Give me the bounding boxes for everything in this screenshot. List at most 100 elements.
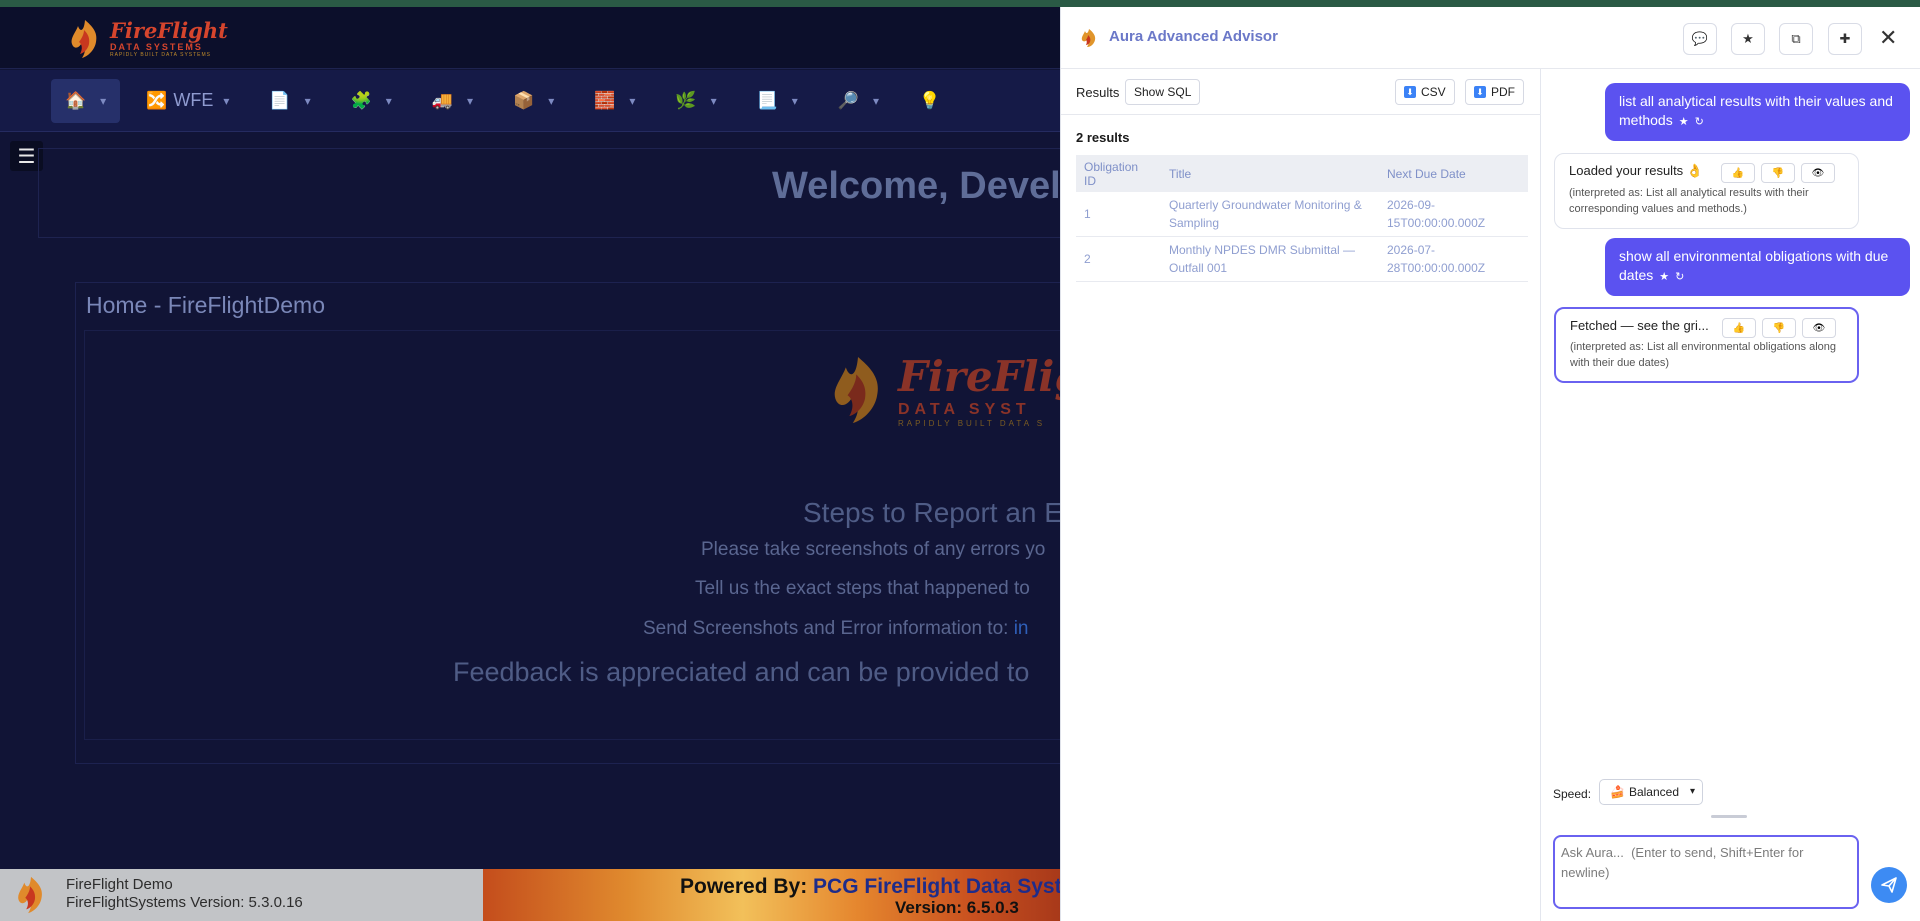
steps-line-1: Please take screenshots of any errors yo <box>701 539 1046 560</box>
user-message: list all analytical results with their v… <box>1605 83 1910 141</box>
chat-history-button[interactable]: 💬 <box>1683 23 1717 55</box>
bulb-icon: 💡 <box>919 90 941 110</box>
speed-select[interactable]: 🍰 Balanced ▾ <box>1599 779 1703 805</box>
home-logo-title: FireFligh <box>898 352 1060 401</box>
nav-home[interactable]: 🏠 ▾ <box>51 78 121 123</box>
document-icon: 📄 <box>269 90 291 110</box>
chevron-down-icon: ▾ <box>466 93 474 108</box>
nav-environmental[interactable]: 🌿 ▾ <box>661 79 730 123</box>
cell-title: Quarterly Groundwater Monitoring & Sampl… <box>1161 192 1379 237</box>
nav-inventory[interactable]: 📦 ▾ <box>499 79 568 123</box>
home-icon: 🏠 <box>65 90 87 110</box>
export-csv-button[interactable]: ⬇ CSV <box>1395 79 1455 105</box>
column-header-next-due-date[interactable]: Next Due Date <box>1379 155 1528 192</box>
nav-facilities[interactable]: 🧱 ▾ <box>580 79 649 123</box>
favorites-button[interactable]: ★ <box>1731 23 1765 55</box>
shuffle-icon: 🔀 <box>146 90 168 110</box>
copy-button[interactable]: ⧉ <box>1779 23 1813 55</box>
results-pane: Results Show SQL ⬇ CSV ⬇ PDF 2 results Obl… <box>1061 69 1541 921</box>
feedback-line: Feedback is appreciated and can be provi… <box>453 657 1030 687</box>
nav-modules[interactable]: 🧩 ▾ <box>337 79 406 123</box>
send-button[interactable] <box>1871 867 1907 903</box>
export-pdf-label: PDF <box>1491 85 1515 99</box>
main-navbar: 🏠 ▾ 🔀 WFE ▾ 📄 ▾ 🧩 ▾ 🚚 ▾ 📦 ▾ 🧱 ▾ 🌿 ▾ 📃 ▾ 🔎 ▾ 💡 <box>0 70 1060 132</box>
logo-subtitle: DATA SYSTEMS <box>110 42 203 52</box>
nav-reports[interactable]: 📃 ▾ <box>743 79 812 123</box>
chevron-down-icon: ▾ <box>304 93 311 108</box>
phoenix-logo-icon <box>71 20 97 58</box>
retry-icon[interactable]: ↻ <box>1695 116 1704 128</box>
input-resize-grip[interactable] <box>1711 815 1747 818</box>
column-header-title[interactable]: Title <box>1161 155 1379 192</box>
aura-logo-icon <box>1081 29 1096 47</box>
logo-title: FireFlight <box>110 18 228 43</box>
nav-wfe[interactable]: 🔀 WFE ▾ <box>132 79 243 123</box>
user-message-text: list all analytical results with their v… <box>1619 93 1893 128</box>
retry-icon[interactable]: ↻ <box>1675 271 1684 283</box>
results-label: Results <box>1076 85 1120 100</box>
nav-documents[interactable]: 📄 ▾ <box>255 79 324 123</box>
support-email-link[interactable]: in <box>1014 618 1029 639</box>
steps-line-3: Send Screenshots and Error information t… <box>643 618 1029 640</box>
powered-by-prefix: Powered By: <box>680 875 814 898</box>
chat-input[interactable] <box>1561 843 1849 901</box>
footer-app-name: FireFlight Demo <box>66 876 173 893</box>
download-icon: ⬇ <box>1474 86 1486 98</box>
new-chat-button[interactable]: ✚ <box>1828 23 1862 55</box>
copy-icon: ⧉ <box>1791 31 1801 46</box>
file-icon: 📃 <box>756 90 778 110</box>
speed-value: Balanced <box>1628 785 1679 799</box>
nav-ideas[interactable]: 💡 <box>905 79 960 123</box>
chat-input-box[interactable] <box>1553 835 1859 909</box>
panel-title: Aura Advanced Advisor <box>1109 28 1278 45</box>
export-pdf-button[interactable]: ⬇ PDF <box>1465 79 1524 105</box>
thumbs-up-button[interactable]: 👍 <box>1722 318 1756 338</box>
table-row[interactable]: 1 Quarterly Groundwater Monitoring & Sam… <box>1076 192 1528 237</box>
thumbs-down-button[interactable]: 👎 <box>1762 318 1796 338</box>
export-csv-label: CSV <box>1421 85 1446 99</box>
view-details-button[interactable]: 👁 <box>1802 318 1836 338</box>
app-header: FireFlight DATA SYSTEMS RAPIDLY BUILT DA… <box>0 7 1060 69</box>
thumbs-up-button[interactable]: 👍 <box>1721 163 1755 183</box>
chevron-down-icon: ▾ <box>791 93 798 108</box>
column-header-obligation-id[interactable]: Obligation ID <box>1076 155 1161 192</box>
table-row[interactable]: 2 Monthly NPDES DMR Submittal — Outfall … <box>1076 236 1528 282</box>
home-logo: FireFligh DATA SYST RAPIDLY BUILT DATA S <box>818 350 1060 430</box>
eye-icon: 👁 <box>1812 322 1826 334</box>
chat-pane: list all analytical results with their v… <box>1541 69 1920 921</box>
assistant-message: Fetched — see the gri... 👍 👎 👁 (interpre… <box>1554 307 1859 383</box>
thumbs-down-icon: 👎 <box>1772 322 1786 334</box>
background-app: FireFlight DATA SYSTEMS RAPIDLY BUILT DA… <box>0 0 1060 921</box>
footer-powered-banner: Powered By: PCG FireFlight Data Syst Ver… <box>483 869 1060 921</box>
thumbs-up-icon: 👍 <box>1731 167 1745 179</box>
cake-icon: 🍰 <box>1610 785 1625 799</box>
show-sql-button[interactable]: Show SQL <box>1125 79 1201 105</box>
home-logo-subtitle: DATA SYST <box>898 401 1031 418</box>
download-icon: ⬇ <box>1404 86 1416 98</box>
cell-title: Monthly NPDES DMR Submittal — Outfall 00… <box>1161 236 1379 282</box>
fireflight-logo[interactable]: FireFlight DATA SYSTEMS RAPIDLY BUILT DA… <box>62 15 252 63</box>
footer-version: Version: 6.5.0.3 <box>895 898 1019 917</box>
home-title: Home - FireFlightDemo <box>86 292 325 318</box>
truck-icon: 🚚 <box>431 90 453 110</box>
cell-next-due-date: 2026-09-15T00:00:00.000Z <box>1379 192 1528 237</box>
close-icon[interactable]: ✕ <box>1879 25 1897 51</box>
star-icon[interactable]: ★ <box>1679 116 1689 128</box>
nav-wfe-label: WFE <box>173 90 214 110</box>
thumbs-down-icon: 👎 <box>1771 167 1785 179</box>
home-logo-tagline: RAPIDLY BUILT DATA S <box>898 419 1046 428</box>
chevron-down-icon: ▾ <box>385 93 392 108</box>
results-table: Obligation ID Title Next Due Date 1 Quar… <box>1076 155 1528 282</box>
assistant-message: Loaded your results 👌 👍 👎 👁 (interpreted… <box>1554 153 1859 229</box>
view-details-button[interactable]: 👁 <box>1801 163 1835 183</box>
table-header-row: Obligation ID Title Next Due Date <box>1076 155 1528 192</box>
thumbs-down-button[interactable]: 👎 <box>1761 163 1795 183</box>
chevron-down-icon: ▾ <box>223 93 230 108</box>
nav-search[interactable]: 🔎 ▾ <box>824 79 893 123</box>
chevron-down-icon: ▾ <box>100 93 107 108</box>
magnifier-icon: 🔎 <box>837 90 859 110</box>
package-icon: 📦 <box>513 90 535 110</box>
star-icon[interactable]: ★ <box>1659 271 1669 283</box>
nav-shipping[interactable]: 🚚 ▾ <box>418 79 487 123</box>
top-strip <box>0 0 1920 7</box>
